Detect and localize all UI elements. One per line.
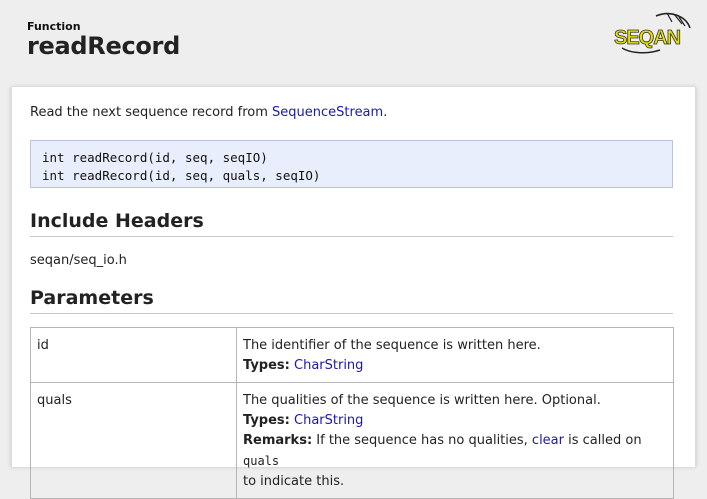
signature-line: int readRecord(id, seq, quals, seqIO) <box>42 168 321 183</box>
quals-code: quals <box>243 454 280 468</box>
types-label: Types: <box>243 358 290 373</box>
param-desc-text: The qualities of the sequence is written… <box>243 393 601 408</box>
table-row: quals The qualities of the sequence is w… <box>30 382 674 499</box>
seqan-logo[interactable]: SEQAN <box>612 10 694 56</box>
param-desc-text: The identifier of the sequence is writte… <box>243 338 541 353</box>
table-row: id The identifier of the sequence is wri… <box>30 327 674 383</box>
include-headers-heading: Include Headers <box>30 210 673 237</box>
seqan-logo-icon: SEQAN <box>614 12 691 54</box>
charstring-link[interactable]: CharString <box>294 413 363 428</box>
param-name: id <box>30 327 237 383</box>
description-text: Read the next sequence record from <box>30 105 273 120</box>
signature-line: int readRecord(id, seq, seqIO) <box>42 150 268 165</box>
include-path: seqan/seq_io.h <box>30 253 127 268</box>
clear-link[interactable]: clear <box>532 433 564 448</box>
description-suffix: . <box>383 105 388 120</box>
param-name: quals <box>30 382 237 499</box>
remarks-text: If the sequence has no qualities, <box>312 433 532 448</box>
param-types: Types: CharString <box>243 411 667 431</box>
charstring-link[interactable]: CharString <box>294 358 363 373</box>
logo-text: SEQAN <box>614 27 681 49</box>
remarks-text: is called on <box>564 433 642 448</box>
remarks-label: Remarks: <box>243 433 313 448</box>
param-description: The identifier of the sequence is writte… <box>236 327 674 383</box>
function-description: Read the next sequence record from Seque… <box>30 105 387 120</box>
parameters-heading: Parameters <box>30 287 673 314</box>
parameters-table: id The identifier of the sequence is wri… <box>30 327 674 499</box>
page-title: readRecord <box>27 32 180 60</box>
sequencestream-link[interactable]: SequenceStream <box>272 105 383 120</box>
param-description: The qualities of the sequence is written… <box>236 382 674 499</box>
remarks-text: to indicate this. <box>243 474 345 489</box>
page-header: Function readRecord SEQAN <box>0 0 707 86</box>
param-types: Types: CharString <box>243 356 667 376</box>
content-card: Read the next sequence record from Seque… <box>11 87 696 499</box>
signature-code-block: int readRecord(id, seq, seqIO) int readR… <box>30 140 673 188</box>
param-remarks: Remarks: If the sequence has no qualitie… <box>243 431 667 492</box>
types-label: Types: <box>243 413 290 428</box>
